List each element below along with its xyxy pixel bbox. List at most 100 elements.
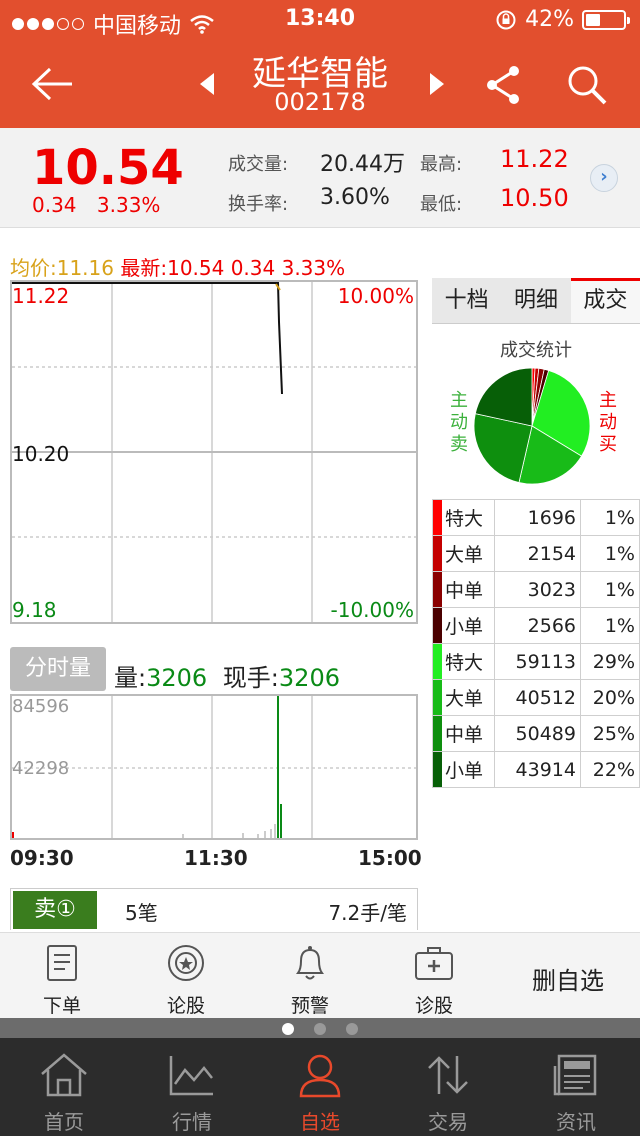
row-label-text: 小单 bbox=[445, 616, 484, 638]
volume-chart[interactable]: 84596 42298 bbox=[10, 694, 418, 840]
alert-label: 预警 bbox=[290, 995, 329, 1017]
hand-label: 现手: bbox=[222, 664, 279, 692]
trade-stats-row: 小单 2566 1% bbox=[432, 607, 640, 644]
trade-stats-table: 特大 1696 1% 大单 2154 1% 中单 3023 1% 小单 2566 1% 特大 59113 2… bbox=[432, 499, 640, 788]
high-value: 11.22 bbox=[500, 145, 569, 173]
diagnose-button[interactable]: 诊股 bbox=[372, 933, 496, 1018]
next-stock-button[interactable] bbox=[430, 73, 444, 95]
trade-pie-chart bbox=[473, 367, 591, 485]
discuss-button[interactable]: 论股 bbox=[124, 933, 248, 1018]
vol-value: 3206 bbox=[146, 664, 208, 692]
sell-level-label: 卖① bbox=[13, 891, 97, 929]
last-price: 10.54 bbox=[32, 140, 184, 196]
diagnose-icon bbox=[415, 947, 453, 980]
volume-value: 20.44万 bbox=[320, 152, 405, 177]
battery-icon bbox=[582, 9, 630, 30]
action-bar: 下单 论股 预警 诊股 删自选 bbox=[0, 932, 640, 1018]
row-color-bar bbox=[433, 680, 442, 715]
row-pct: 22% bbox=[580, 751, 640, 788]
row-pct: 25% bbox=[580, 715, 640, 752]
tab-volume[interactable]: 分时量 bbox=[10, 647, 106, 691]
row-pct: 1% bbox=[580, 499, 640, 536]
home-icon bbox=[41, 1053, 87, 1097]
transfer-icon bbox=[428, 1056, 468, 1094]
latest-price: 最新:10.54 0.34 3.33% bbox=[120, 256, 346, 280]
row-label-text: 小单 bbox=[445, 760, 484, 782]
row-color-bar bbox=[433, 536, 442, 571]
tab-trade-main[interactable]: 交易 bbox=[384, 1038, 512, 1135]
page-indicator bbox=[0, 1018, 640, 1038]
stock-code: 002178 bbox=[274, 88, 366, 116]
y-mid-label: 10.20 bbox=[12, 442, 70, 466]
chevron-right-icon[interactable]: › bbox=[590, 164, 618, 192]
vol-max-label: 84596 bbox=[12, 696, 70, 717]
share-icon[interactable] bbox=[484, 64, 524, 106]
row-label-text: 中单 bbox=[445, 580, 484, 602]
trade-stats-row: 特大 1696 1% bbox=[432, 499, 640, 536]
sell-level-row: 卖① 5笔 7.2手/笔 bbox=[10, 888, 418, 930]
row-value: 59113 bbox=[494, 643, 581, 680]
page-dot[interactable] bbox=[346, 1023, 358, 1035]
row-label: 大单 bbox=[432, 679, 495, 716]
tab-market[interactable]: 行情 bbox=[128, 1038, 256, 1135]
row-label: 大单 bbox=[432, 535, 495, 572]
pct-top-label: 10.00% bbox=[337, 284, 414, 308]
tab-news[interactable]: 资讯 bbox=[512, 1038, 640, 1135]
row-label: 中单 bbox=[432, 571, 495, 608]
row-pct: 29% bbox=[580, 643, 640, 680]
delete-favorite-button[interactable]: 删自选 bbox=[532, 961, 604, 996]
sell-avg: 7.2手/笔 bbox=[328, 901, 407, 925]
price-chart[interactable]: 11.22 10.20 9.18 10.00% -10.00% bbox=[10, 280, 418, 624]
trade-stats-row: 小单 43914 22% bbox=[432, 751, 640, 788]
tab-trade[interactable]: 成交 bbox=[570, 278, 640, 323]
row-label-text: 中单 bbox=[445, 724, 484, 746]
discuss-icon bbox=[168, 945, 204, 981]
row-pct: 1% bbox=[580, 607, 640, 644]
trade-stats-row: 特大 59113 29% bbox=[432, 643, 640, 680]
tab-favorites[interactable]: 自选 bbox=[256, 1038, 384, 1135]
avg-price: 均价:11.16 bbox=[10, 256, 114, 280]
page-dot[interactable] bbox=[314, 1023, 326, 1035]
tab-home-label: 首页 bbox=[44, 1110, 84, 1134]
trade-stats-row: 中单 50489 25% bbox=[432, 715, 640, 752]
tab-trade-label: 交易 bbox=[428, 1110, 468, 1134]
search-icon[interactable] bbox=[566, 64, 608, 106]
row-value: 43914 bbox=[494, 751, 581, 788]
status-battery: 42% bbox=[495, 7, 630, 32]
alert-button[interactable]: 预警 bbox=[248, 933, 372, 1018]
chart-icon bbox=[169, 1056, 213, 1096]
change-percent: 3.33% bbox=[96, 193, 161, 217]
pct-bot-label: -10.00% bbox=[330, 598, 414, 622]
turnover-label: 换手率: bbox=[228, 194, 289, 215]
tab-home[interactable]: 首页 bbox=[0, 1038, 128, 1135]
tab-depth[interactable]: 十档 bbox=[432, 278, 501, 323]
rotation-lock-icon bbox=[496, 10, 516, 29]
row-label: 小单 bbox=[432, 751, 495, 788]
row-pct: 20% bbox=[580, 679, 640, 716]
low-value: 10.50 bbox=[500, 184, 569, 212]
sell-count: 5笔 bbox=[125, 901, 158, 925]
intraday-summary: 均价:11.16 最新:10.54 0.34 3.33% bbox=[10, 252, 345, 281]
price-change: 0.34 3.33% bbox=[32, 193, 160, 217]
tab-detail[interactable]: 明细 bbox=[501, 278, 570, 323]
news-icon bbox=[553, 1054, 597, 1096]
order-button[interactable]: 下单 bbox=[0, 933, 124, 1018]
right-tabs: 十档 明细 成交 bbox=[432, 278, 640, 324]
row-label: 小单 bbox=[432, 607, 495, 644]
row-color-bar bbox=[433, 644, 442, 679]
row-value: 3023 bbox=[494, 571, 581, 608]
row-label: 中单 bbox=[432, 715, 495, 752]
active-buy-label: 主动买 bbox=[599, 390, 617, 455]
page-dot[interactable] bbox=[282, 1023, 294, 1035]
row-label: 特大 bbox=[432, 643, 495, 680]
row-pct: 1% bbox=[580, 535, 640, 572]
row-label-text: 特大 bbox=[445, 508, 484, 530]
discuss-label: 论股 bbox=[166, 995, 205, 1017]
row-label-text: 特大 bbox=[445, 652, 484, 674]
turnover-value: 3.60% bbox=[320, 185, 390, 210]
y-top-label: 11.22 bbox=[12, 284, 70, 308]
row-value: 2566 bbox=[494, 607, 581, 644]
row-color-bar bbox=[433, 608, 442, 643]
row-label: 特大 bbox=[432, 499, 495, 536]
vol-mid-label: 42298 bbox=[12, 758, 70, 779]
